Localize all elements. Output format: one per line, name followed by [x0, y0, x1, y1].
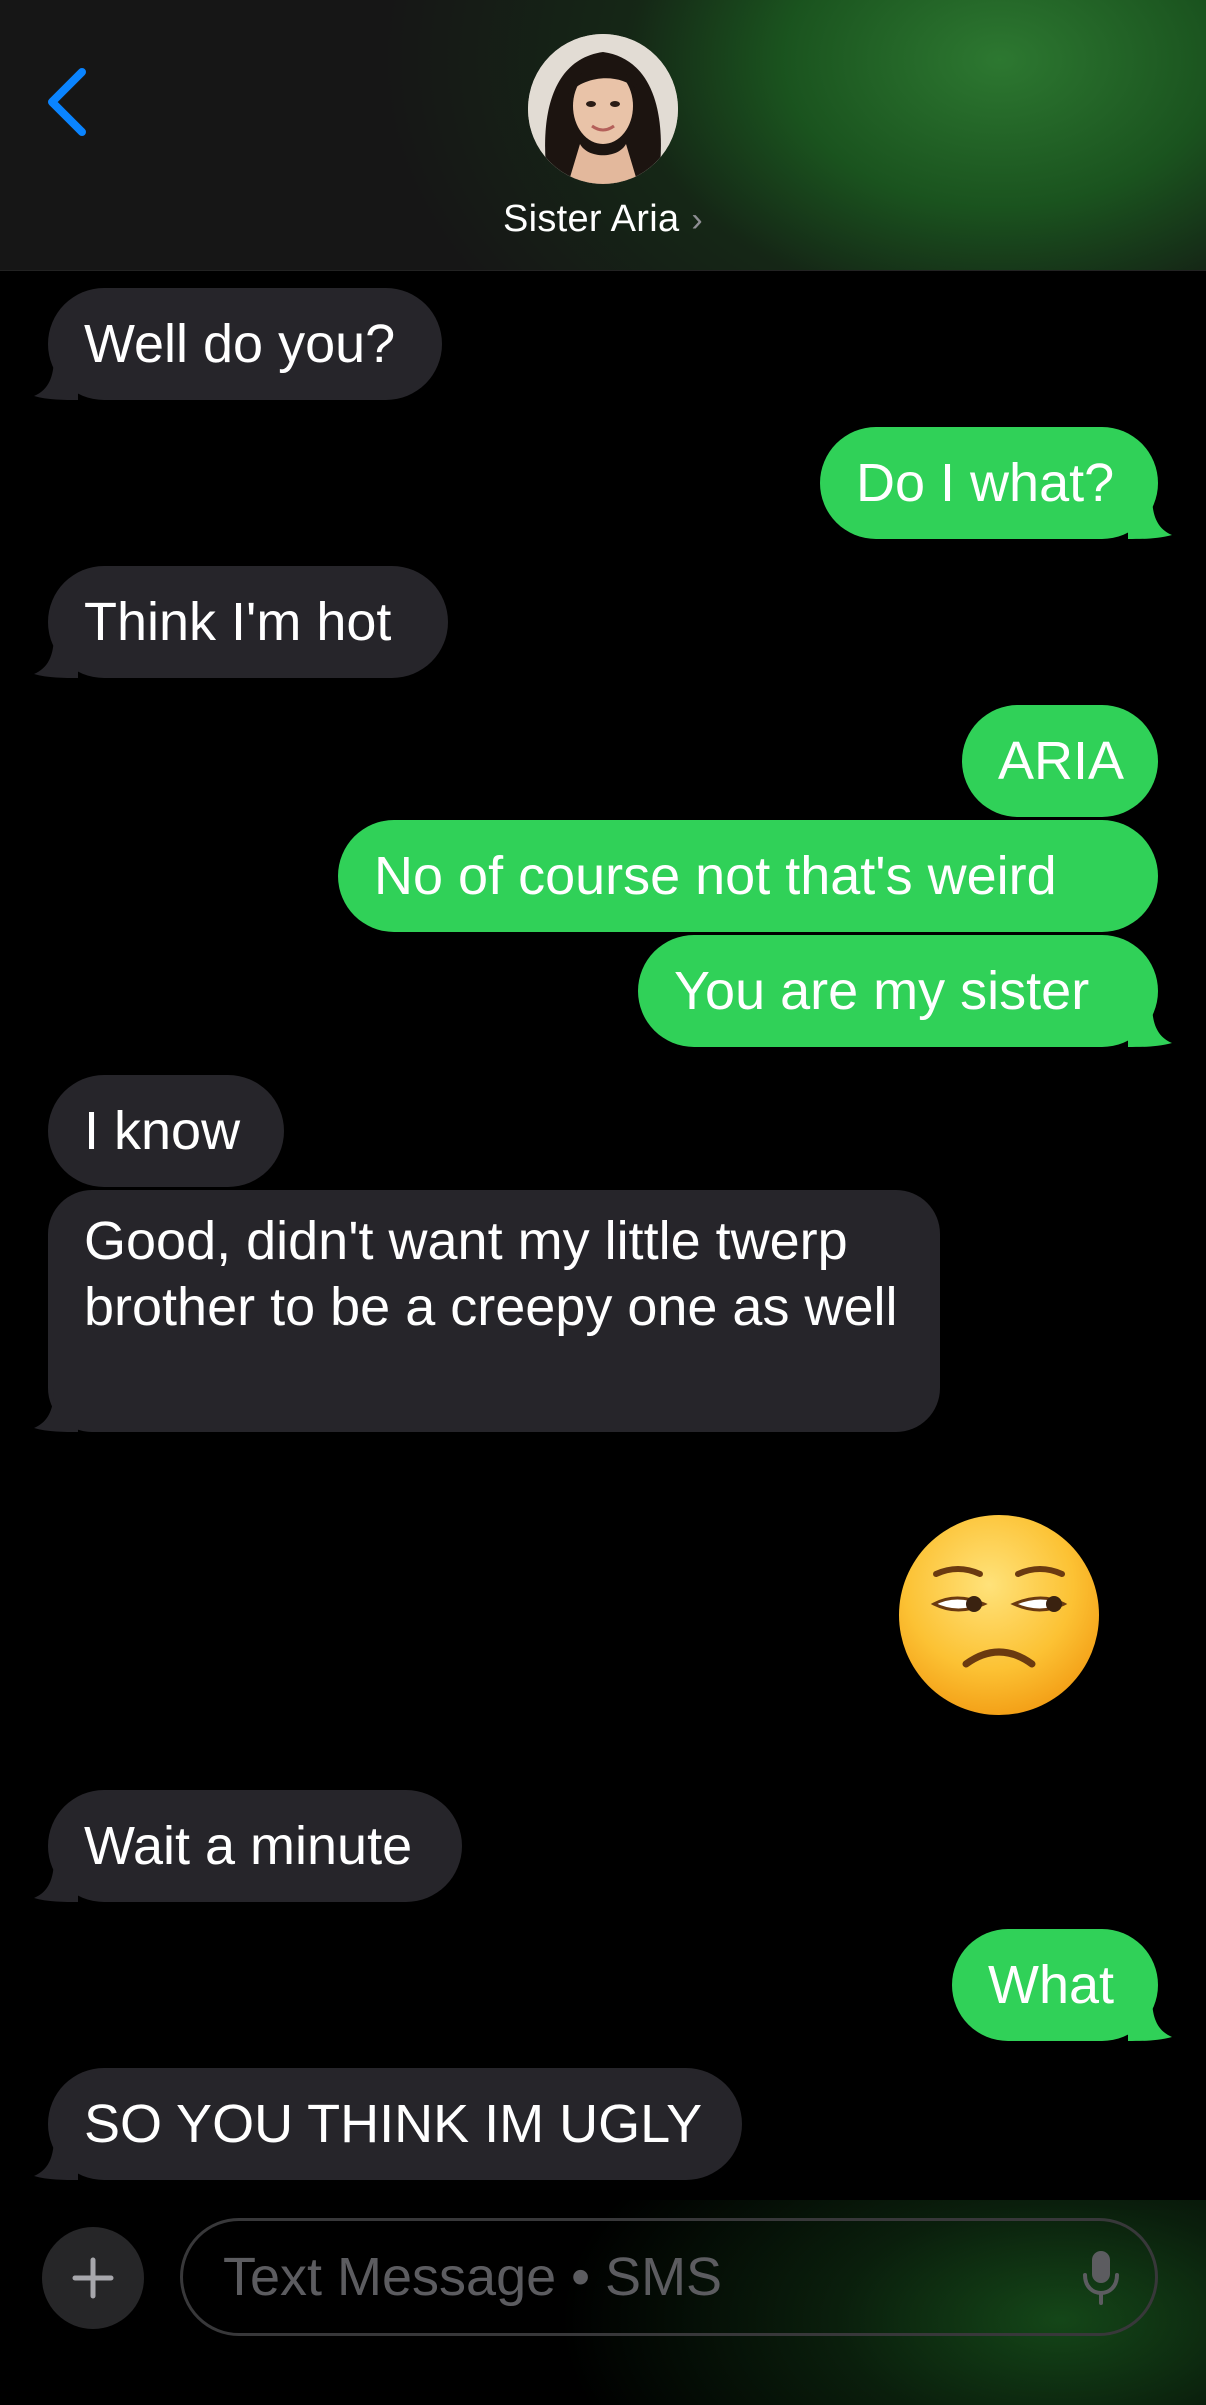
message-text: You are my sister	[674, 961, 1090, 1021]
chevron-left-icon	[48, 68, 86, 136]
message-text: SO YOU THINK IM UGLY	[84, 2094, 703, 2154]
chevron-right-icon: ›	[691, 201, 704, 239]
incoming-message[interactable]: I know	[48, 1075, 284, 1187]
back-button[interactable]	[40, 62, 100, 142]
incoming-message[interactable]: Think I'm hot	[34, 566, 448, 678]
message-text: No of course not that's weird	[374, 846, 1057, 906]
incoming-message[interactable]: Good, didn't want my little twerp brothe…	[34, 1190, 940, 1432]
contact-name: Sister Aria	[502, 198, 680, 240]
message-text: Good, didn't want my little twerp brothe…	[84, 1211, 898, 1337]
outgoing-message[interactable]: ARIA	[962, 705, 1158, 817]
incoming-message[interactable]: Wait a minute	[34, 1790, 462, 1902]
message-text: Wait a minute	[84, 1816, 413, 1876]
unamused-face-icon[interactable]	[896, 1512, 1102, 1718]
message-text: Do I what?	[856, 453, 1115, 513]
contact-name-button[interactable]: Sister Aria ›	[0, 198, 1206, 241]
incoming-message[interactable]: SO YOU THINK IM UGLY	[34, 2068, 742, 2180]
contact-avatar[interactable]	[528, 34, 678, 184]
message-text: Think I'm hot	[84, 592, 392, 652]
add-attachment-button[interactable]	[42, 2227, 144, 2329]
message-text: What	[988, 1955, 1115, 2015]
message-text: Well do you?	[84, 314, 396, 374]
message-text: ARIA	[998, 731, 1125, 791]
message-text: I know	[84, 1101, 241, 1161]
plus-icon	[72, 2257, 114, 2299]
microphone-icon[interactable]	[1081, 2249, 1121, 2307]
outgoing-message[interactable]: Do I what?	[820, 427, 1172, 539]
message-input-placeholder: Text Message • SMS	[223, 2247, 723, 2307]
outgoing-message[interactable]: No of course not that's weird	[338, 820, 1158, 932]
outgoing-message[interactable]: You are my sister	[638, 935, 1172, 1047]
message-input[interactable]: Text Message • SMS	[180, 2218, 1158, 2336]
incoming-message[interactable]: Well do you?	[34, 288, 442, 400]
outgoing-message[interactable]: What	[952, 1929, 1172, 2041]
conversation-header: Sister Aria ›	[0, 0, 1206, 271]
